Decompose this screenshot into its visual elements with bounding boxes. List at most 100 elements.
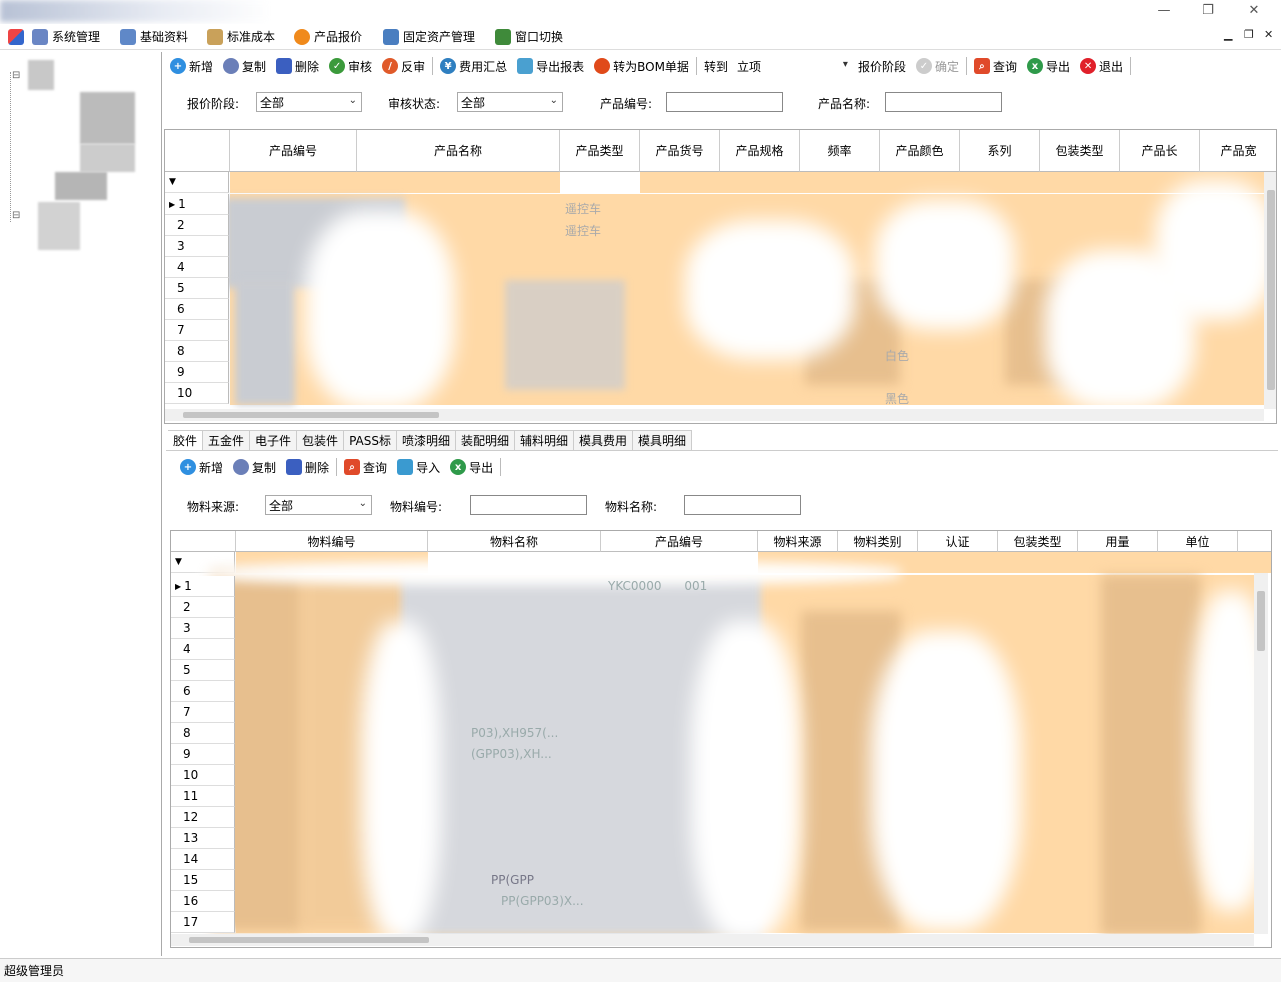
- row-header[interactable]: 9: [171, 744, 235, 765]
- category-tree[interactable]: ⊟ ⊟: [0, 52, 162, 956]
- column-header[interactable]: 包装类型: [1040, 130, 1120, 172]
- tab-painting[interactable]: 喷漆明细: [396, 430, 456, 450]
- row-header[interactable]: 5: [171, 660, 235, 681]
- material-grid[interactable]: 物料编号 物料名称 产品编号 物料来源 物料类别 认证 包装类型 用量 单位 ▼…: [170, 530, 1272, 948]
- menu-basic-data[interactable]: 基础资料: [120, 27, 188, 47]
- tab-pass-label[interactable]: PASS标: [344, 430, 397, 450]
- column-header[interactable]: 用量: [1078, 531, 1158, 552]
- row-header[interactable]: 8: [171, 723, 235, 744]
- row-header[interactable]: 11: [171, 786, 235, 807]
- material-name-input[interactable]: [684, 495, 801, 515]
- row-header[interactable]: 6: [165, 299, 229, 320]
- query-button[interactable]: ⌕ 查询: [969, 55, 1022, 77]
- row-header[interactable]: 4: [165, 257, 229, 278]
- restore-button[interactable]: ❐: [1196, 2, 1220, 20]
- column-header[interactable]: 产品颜色: [880, 130, 960, 172]
- row-header[interactable]: 2: [165, 215, 229, 236]
- tree-node[interactable]: [38, 202, 80, 250]
- stage-filter-select[interactable]: 全部 ⌄: [256, 92, 362, 112]
- product-code-input[interactable]: [666, 92, 783, 112]
- column-header[interactable]: 物料名称: [428, 531, 601, 552]
- convert-bom-button[interactable]: 转为BOM单据: [589, 55, 694, 77]
- tab-mold-cost[interactable]: 模具费用: [574, 430, 634, 450]
- menu-system[interactable]: 系统管理: [32, 27, 100, 47]
- mdi-close-button[interactable]: ✕: [1264, 28, 1273, 41]
- material-source-select[interactable]: 全部 ⌄: [265, 495, 372, 515]
- detail-import-button[interactable]: 导入: [392, 456, 445, 478]
- export-button[interactable]: x 导出: [1022, 55, 1075, 77]
- tab-hardware[interactable]: 五金件: [203, 430, 251, 450]
- tab-auxiliary[interactable]: 辅料明细: [515, 430, 575, 450]
- filter-cell[interactable]: [230, 172, 560, 193]
- row-header[interactable]: 10: [165, 383, 229, 404]
- row-header[interactable]: 16: [171, 891, 235, 912]
- exit-button[interactable]: ✕ 退出: [1075, 55, 1128, 77]
- row-header[interactable]: 9: [165, 362, 229, 383]
- row-header[interactable]: 4: [171, 639, 235, 660]
- column-header[interactable]: 包装类型: [998, 531, 1078, 552]
- detail-add-button[interactable]: + 新增: [175, 456, 228, 478]
- goto-select[interactable]: 立项 ▾: [732, 56, 853, 76]
- detail-query-button[interactable]: ⌕ 查询: [339, 456, 392, 478]
- row-header[interactable]: ▶ 1: [165, 194, 229, 215]
- row-header[interactable]: 7: [165, 320, 229, 341]
- vertical-scrollbar[interactable]: [1254, 573, 1268, 934]
- export-report-button[interactable]: 导出报表: [512, 55, 589, 77]
- column-header[interactable]: 产品长: [1120, 130, 1200, 172]
- column-header[interactable]: 物料类别: [838, 531, 918, 552]
- horizontal-scrollbar[interactable]: [165, 409, 1264, 421]
- column-header[interactable]: 物料来源: [758, 531, 838, 552]
- column-header[interactable]: 系列: [960, 130, 1040, 172]
- add-button[interactable]: + 新增: [165, 55, 218, 77]
- tab-plastic-parts[interactable]: 胶件: [168, 430, 204, 450]
- row-header[interactable]: 7: [171, 702, 235, 723]
- row-header[interactable]: 5: [165, 278, 229, 299]
- product-name-input[interactable]: [885, 92, 1002, 112]
- menu-standard-cost[interactable]: 标准成本: [207, 27, 275, 47]
- row-header[interactable]: 17: [171, 912, 235, 933]
- column-header[interactable]: 物料编号: [236, 531, 428, 552]
- row-header[interactable]: 10: [171, 765, 235, 786]
- tree-collapse-icon[interactable]: ⊟: [12, 210, 20, 221]
- row-header[interactable]: 8: [165, 341, 229, 362]
- column-header[interactable]: 频率: [800, 130, 880, 172]
- menu-fixed-assets[interactable]: 固定资产管理: [383, 27, 475, 47]
- close-button[interactable]: ✕: [1242, 2, 1266, 20]
- row-header[interactable]: 12: [171, 807, 235, 828]
- delete-button[interactable]: 删除: [271, 55, 324, 77]
- tab-electronics[interactable]: 电子件: [250, 430, 298, 450]
- column-header[interactable]: 认证: [918, 531, 998, 552]
- detail-export-button[interactable]: x 导出: [445, 456, 498, 478]
- tab-mold-detail[interactable]: 模具明细: [633, 430, 693, 450]
- copy-button[interactable]: 复制: [218, 55, 271, 77]
- tree-node[interactable]: [55, 172, 107, 200]
- product-grid[interactable]: 产品编号 产品名称 产品类型 产品货号 产品规格 频率 产品颜色 系列 包装类型…: [164, 129, 1277, 424]
- material-code-input[interactable]: [470, 495, 587, 515]
- detail-copy-button[interactable]: 复制: [228, 456, 281, 478]
- tree-collapse-icon[interactable]: ⊟: [12, 70, 20, 81]
- menu-quotation[interactable]: 产品报价: [294, 27, 362, 47]
- column-header[interactable]: 产品编号: [601, 531, 758, 552]
- horizontal-scrollbar[interactable]: [171, 934, 1254, 946]
- row-header[interactable]: 6: [171, 681, 235, 702]
- row-header[interactable]: 3: [171, 618, 235, 639]
- unapprove-button[interactable]: / 反审: [377, 55, 430, 77]
- tree-node[interactable]: [80, 144, 135, 172]
- column-header[interactable]: 产品宽: [1200, 130, 1276, 172]
- row-header[interactable]: ▶ 1: [171, 576, 235, 597]
- row-header[interactable]: 3: [165, 236, 229, 257]
- cost-summary-button[interactable]: ¥ 费用汇总: [435, 55, 512, 77]
- vertical-scrollbar[interactable]: [1264, 172, 1276, 409]
- column-header-overflow[interactable]: [1238, 531, 1271, 552]
- row-header[interactable]: 13: [171, 828, 235, 849]
- approve-button[interactable]: ✓ 审核: [324, 55, 377, 77]
- minimize-button[interactable]: —: [1152, 2, 1176, 20]
- column-header[interactable]: 产品规格: [720, 130, 800, 172]
- detail-delete-button[interactable]: 删除: [281, 456, 334, 478]
- column-header[interactable]: 产品货号: [640, 130, 720, 172]
- column-header[interactable]: 单位: [1158, 531, 1238, 552]
- column-header[interactable]: 产品编号: [230, 130, 357, 172]
- tree-node[interactable]: [28, 60, 54, 90]
- row-header[interactable]: 14: [171, 849, 235, 870]
- row-header[interactable]: 2: [171, 597, 235, 618]
